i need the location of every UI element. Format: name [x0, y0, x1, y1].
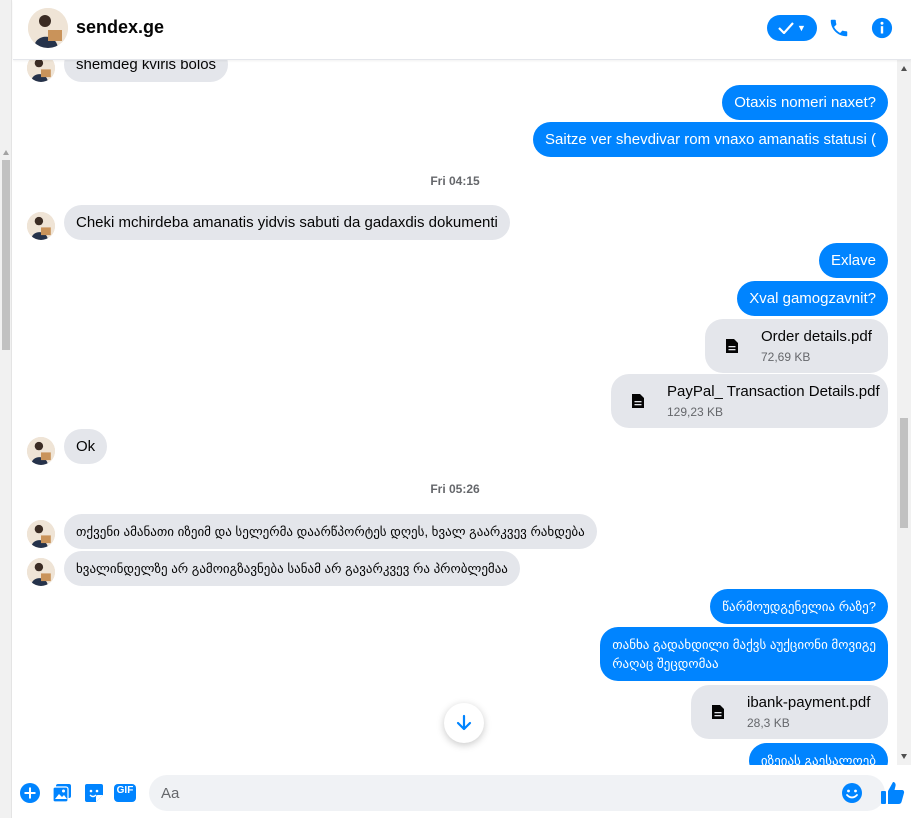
outgoing-message[interactable]: იზეიას გაესალოებ	[748, 743, 888, 765]
emoji-icon	[842, 783, 862, 803]
file-attachment[interactable]: Order details.pdf 72,69 KB	[705, 319, 888, 373]
file-name: PayPal_ Transaction Details.pdf	[667, 383, 880, 400]
message-line: თანხა გადახდილი მაქვს აუქციონი მოვიგე	[612, 637, 876, 652]
sticker-button[interactable]	[83, 782, 105, 804]
file-attachment[interactable]: ibank-payment.pdf 28,3 KB	[691, 685, 888, 739]
scroll-up-icon[interactable]	[901, 66, 907, 71]
gif-label: GIF	[116, 785, 134, 796]
message-input[interactable]	[149, 775, 885, 811]
outgoing-message[interactable]: Saitze ver shevdivar rom vnaxo amanatis …	[533, 122, 888, 157]
emoji-button[interactable]	[841, 782, 863, 804]
info-icon	[871, 17, 893, 39]
scroll-down-icon[interactable]	[901, 754, 907, 759]
outgoing-message[interactable]: წარმოუდგენელია რაზე?	[710, 589, 888, 624]
phone-icon	[830, 19, 848, 37]
like-button[interactable]	[880, 780, 906, 806]
incoming-message[interactable]: Ok	[64, 429, 108, 464]
outgoing-message[interactable]: Exlave	[818, 243, 888, 278]
incoming-message[interactable]: Cheki mchirdeba amanatis yidvis sabuti d…	[64, 205, 510, 240]
chat-header: sendex.ge ▼	[13, 0, 911, 60]
status-dropdown-button[interactable]: ▼	[767, 15, 817, 41]
image-icon	[52, 784, 71, 803]
scroll-up-arrow-icon[interactable]	[3, 150, 9, 155]
contact-avatar[interactable]	[28, 8, 68, 48]
avatar	[27, 60, 55, 82]
timestamp: Fri 05:26	[430, 482, 480, 496]
arrow-down-icon	[456, 714, 472, 731]
plus-icon	[20, 783, 40, 803]
like-icon	[881, 782, 905, 804]
call-button[interactable]	[825, 14, 853, 42]
timestamp: Fri 04:15	[430, 174, 480, 188]
incoming-message[interactable]: shemdeg kviris bolos	[64, 60, 229, 82]
incoming-message[interactable]: ხვალინდელზე არ გამოიგზავნება სანამ არ გა…	[64, 551, 520, 586]
outgoing-message[interactable]: Otaxis nomeri naxet?	[722, 85, 888, 120]
avatar	[27, 437, 55, 465]
left-scrollbar[interactable]	[0, 0, 12, 818]
check-icon	[778, 22, 794, 34]
more-actions-button[interactable]	[19, 782, 41, 804]
document-icon	[705, 699, 731, 725]
scroll-to-bottom-button[interactable]	[444, 703, 484, 743]
avatar	[27, 520, 55, 548]
outgoing-message[interactable]: Xval gamogzavnit?	[737, 281, 888, 316]
gif-button[interactable]: GIF	[114, 782, 136, 804]
file-attachment[interactable]: PayPal_ Transaction Details.pdf 129,23 K…	[611, 374, 888, 428]
scroll-thumb[interactable]	[900, 418, 908, 528]
contact-name[interactable]: sendex.ge	[76, 17, 164, 38]
message-list[interactable]: shemdeg kviris bolos Otaxis nomeri naxet…	[13, 60, 897, 765]
avatar	[27, 558, 55, 586]
file-size: 72,69 KB	[761, 350, 811, 364]
sticker-icon	[85, 784, 103, 802]
file-size: 129,23 KB	[667, 405, 724, 419]
avatar	[27, 212, 55, 240]
incoming-message[interactable]: თქვენი ამანათი იზეიმ და სელერმა დაარწპორ…	[64, 514, 597, 549]
document-icon	[625, 388, 651, 414]
file-name: ibank-payment.pdf	[747, 694, 871, 711]
document-icon	[719, 333, 745, 359]
message-scrollbar[interactable]	[897, 60, 911, 765]
composer: GIF	[13, 765, 911, 818]
info-button[interactable]	[868, 14, 896, 42]
message-line: რაღაც შეცდომაა	[612, 656, 719, 671]
left-scroll-thumb[interactable]	[2, 160, 10, 350]
file-size: 28,3 KB	[747, 716, 790, 730]
attach-image-button[interactable]	[51, 782, 73, 804]
contact-avatar-image	[28, 8, 68, 48]
outgoing-message[interactable]: თანხა გადახდილი მაქვს აუქციონი მოვიგე რა…	[600, 627, 888, 681]
file-name: Order details.pdf	[761, 328, 872, 345]
chevron-down-icon: ▼	[797, 23, 806, 33]
